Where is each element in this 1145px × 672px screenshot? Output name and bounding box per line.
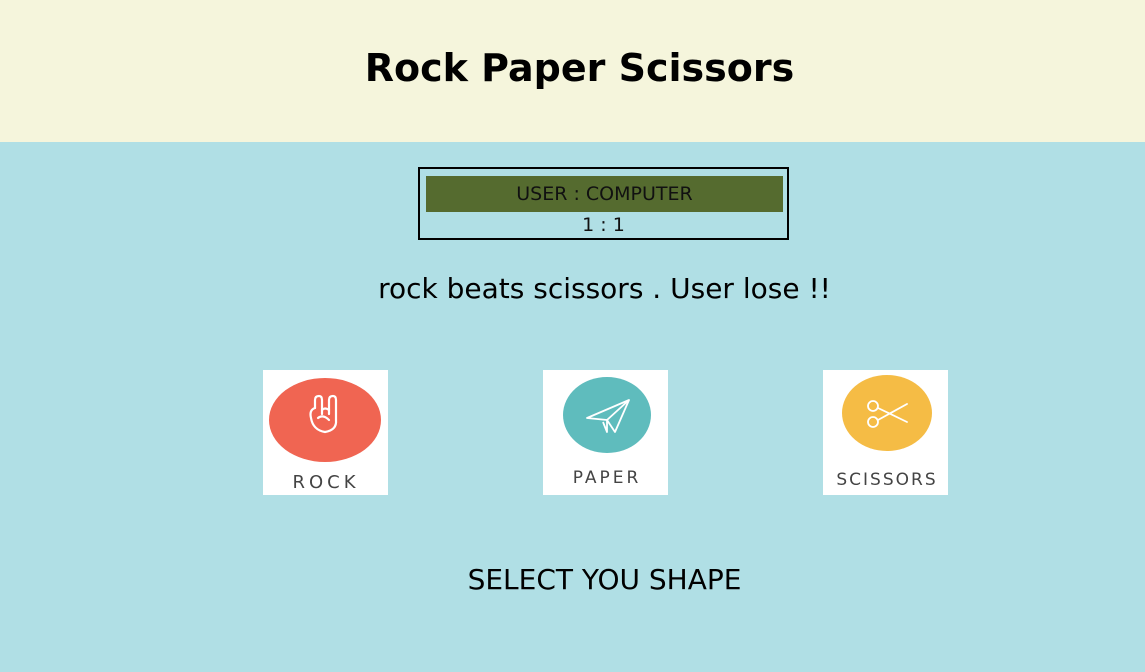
paper-plane-icon: PAPER bbox=[563, 377, 651, 488]
scissors-label: SCISSORS bbox=[836, 470, 937, 490]
page-title: Rock Paper Scissors bbox=[364, 46, 795, 90]
paper-label: PAPER bbox=[573, 468, 642, 488]
scoreboard: USER : COMPUTER 1 : 1 bbox=[418, 167, 789, 240]
scoreboard-score: 1 : 1 bbox=[582, 214, 625, 236]
rock-button[interactable]: ROCK bbox=[263, 370, 388, 495]
select-prompt: SELECT YOU SHAPE bbox=[467, 563, 742, 596]
scoreboard-label: USER : COMPUTER bbox=[426, 176, 783, 212]
paper-button[interactable]: PAPER bbox=[543, 370, 668, 495]
rock-hand-icon: ROCK bbox=[269, 378, 381, 493]
result-message: rock beats scissors . User lose !! bbox=[378, 272, 831, 305]
scissors-icon: SCISSORS bbox=[836, 375, 937, 490]
header: Rock Paper Scissors bbox=[0, 0, 1145, 142]
rock-label: ROCK bbox=[292, 472, 359, 493]
main-area: USER : COMPUTER 1 : 1 rock beats scissor… bbox=[0, 142, 1145, 672]
scissors-button[interactable]: SCISSORS bbox=[823, 370, 948, 495]
